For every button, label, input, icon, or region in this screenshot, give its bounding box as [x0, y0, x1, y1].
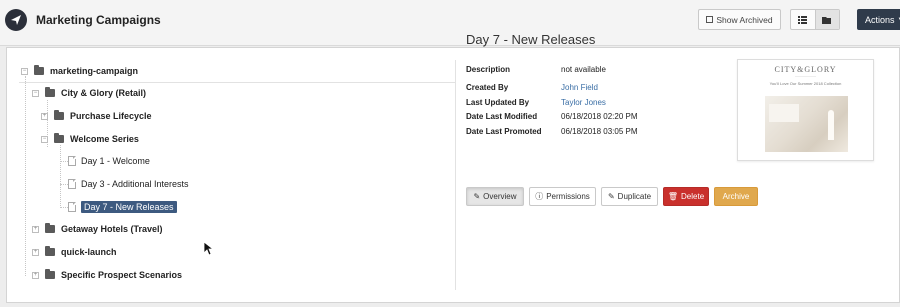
created-by-link[interactable]: John Field [561, 83, 598, 92]
expand-icon[interactable]: + [32, 271, 39, 279]
tree-node-label: quick-launch [61, 247, 117, 257]
folder-icon [45, 246, 55, 256]
info-label: Created By [466, 83, 509, 93]
tree-node-label: City & Glory (Retail) [61, 88, 147, 98]
list-view-button[interactable] [791, 10, 815, 29]
tree-node-label: Specific Prospect Scenarios [61, 270, 183, 280]
divider [19, 82, 455, 83]
file-icon [68, 156, 76, 166]
duplicate-label: Duplicate [617, 192, 652, 201]
tree-node-day3[interactable]: Day 3 - Additional Interests [68, 176, 189, 192]
campaign-tree: − marketing-campaign − City & Glory (Ret… [7, 48, 455, 304]
tree-node-label-selected: Day 7 - New Releases [81, 201, 177, 213]
view-toggle-group [790, 9, 840, 30]
folder-icon [34, 65, 44, 75]
top-bar: Marketing Campaigns Show Archived Action… [0, 0, 900, 46]
tree-connector [60, 161, 68, 162]
checkbox-icon [706, 16, 714, 23]
actions-label: Actions [865, 14, 895, 25]
permissions-button[interactable]: ⓘ Permissions [529, 187, 596, 206]
tree-connector [60, 145, 61, 208]
folder-view-button[interactable] [814, 10, 839, 29]
collapse-icon[interactable]: − [32, 89, 39, 97]
info-row-created-by: Created By John Field [466, 81, 638, 96]
tree-node-city-glory[interactable]: − City & Glory (Retail) [32, 85, 146, 101]
info-row-date-modified: Date Last Modified 06/18/2018 02:20 PM [466, 110, 638, 125]
tree-node-root[interactable]: − marketing-campaign [21, 63, 138, 79]
tree-node-label: Welcome Series [70, 134, 139, 144]
duplicate-button[interactable]: ✎ Duplicate [601, 187, 658, 206]
info-label: Last Updated By [466, 97, 530, 107]
archive-button[interactable]: Archive [714, 187, 758, 206]
expand-icon[interactable]: + [41, 112, 48, 120]
tree-node-day7[interactable]: Day 7 - New Releases [68, 199, 177, 215]
delete-button[interactable]: 🗑 Delete [663, 187, 709, 206]
info-label: Description [466, 64, 511, 74]
info-value: 06/18/2018 03:05 PM [561, 126, 638, 136]
collapse-icon[interactable]: − [21, 67, 28, 75]
folder-icon [45, 87, 55, 97]
tree-node-label: Day 1 - Welcome [81, 156, 150, 166]
send-icon [11, 15, 21, 25]
email-preview-thumbnail[interactable]: CITY&GLORY ——————— You'll Love Our Summe… [737, 59, 874, 161]
page-title: Marketing Campaigns [36, 13, 161, 27]
tree-node-label: Day 3 - Additional Interests [81, 179, 189, 189]
detail-info: Description not available Created By Joh… [466, 62, 638, 139]
folder-open-icon [822, 16, 832, 24]
info-label: Date Last Promoted [466, 126, 542, 136]
detail-actions: ✎ Overview ⓘ Permissions ✎ Duplicate 🗑 D… [466, 187, 758, 206]
tree-connector [60, 184, 68, 185]
trash-icon: 🗑 [667, 192, 679, 201]
app-logo[interactable] [5, 9, 27, 31]
tree-node-prospect[interactable]: + Specific Prospect Scenarios [32, 267, 182, 283]
file-icon [68, 179, 76, 189]
folder-icon [54, 133, 64, 143]
divider [455, 60, 456, 290]
info-row-description: Description not available [466, 62, 638, 77]
info-row-date-promoted: Date Last Promoted 06/18/2018 03:05 PM [466, 124, 638, 139]
archive-label: Archive [722, 192, 750, 201]
last-updated-by-link[interactable]: Taylor Jones [561, 98, 606, 107]
info-label: Date Last Modified [466, 112, 538, 122]
thumbnail-brand: CITY&GLORY [774, 65, 837, 74]
thumbnail-brand-sub: ——————— [795, 74, 816, 78]
expand-icon[interactable]: + [32, 225, 39, 233]
list-icon [798, 15, 808, 24]
folder-icon [45, 269, 55, 279]
overview-button[interactable]: ✎ Overview [466, 187, 524, 206]
info-value: not available [561, 64, 606, 74]
info-icon: ⓘ [535, 192, 544, 201]
delete-label: Delete [681, 192, 705, 201]
mouse-cursor-icon [204, 242, 214, 256]
show-archived-button[interactable]: Show Archived [698, 9, 781, 30]
thumbnail-image [765, 96, 848, 152]
actions-dropdown[interactable]: Actions ▼ [857, 9, 900, 30]
show-archived-label: Show Archived [716, 14, 773, 25]
overview-label: Overview [483, 192, 517, 201]
detail-title: Day 7 - New Releases [466, 32, 596, 47]
tree-node-label: Getaway Hotels (Travel) [61, 224, 163, 234]
thumbnail-headline: You'll Love Our Summer 2018 Collection [769, 81, 842, 86]
permissions-label: Permissions [546, 192, 590, 201]
tree-node-label: Purchase Lifecycle [70, 111, 152, 121]
info-row-last-updated-by: Last Updated By Taylor Jones [466, 95, 638, 110]
tree-node-day1[interactable]: Day 1 - Welcome [68, 153, 150, 169]
file-icon [68, 202, 76, 212]
tree-node-welcome-series[interactable]: − Welcome Series [41, 131, 139, 147]
pencil-icon: ✎ [607, 192, 615, 201]
pencil-icon: ✎ [473, 192, 481, 201]
folder-icon [54, 110, 64, 120]
tree-node-getaway[interactable]: + Getaway Hotels (Travel) [32, 221, 163, 237]
collapse-icon[interactable]: − [41, 135, 48, 143]
info-value: 06/18/2018 02:20 PM [561, 112, 638, 122]
expand-icon[interactable]: + [32, 248, 39, 256]
tree-node-label: marketing-campaign [50, 66, 139, 76]
tree-connector [60, 207, 68, 208]
tree-node-purchase-lifecycle[interactable]: + Purchase Lifecycle [41, 108, 152, 124]
tree-connector [25, 76, 26, 276]
tree-node-quick-launch[interactable]: + quick-launch [32, 244, 117, 260]
folder-icon [45, 223, 55, 233]
